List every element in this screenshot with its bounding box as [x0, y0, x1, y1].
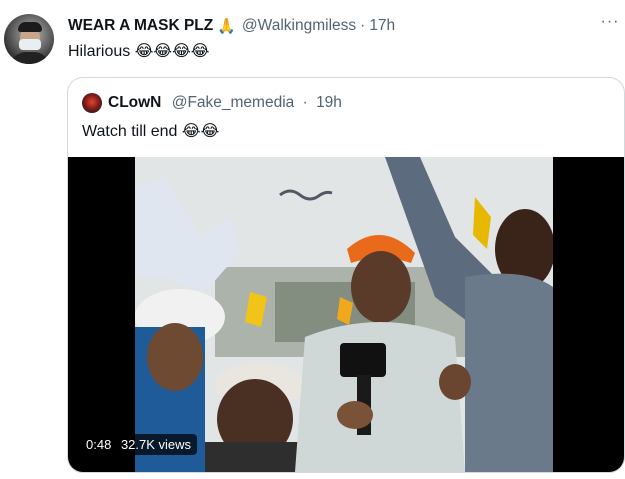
quoted-author-handle: @Fake_memedia	[171, 94, 295, 111]
author-name[interactable]: WEAR A MASK PLZ	[68, 17, 213, 35]
quoted-timestamp: 19h	[316, 94, 342, 111]
avatar-body	[10, 52, 50, 64]
video-views: 32.7K views	[120, 437, 192, 452]
author-badge-emoji: 🙏	[217, 18, 236, 35]
quoted-tweet-card[interactable]: CLowN @Fake_memedia · 19h Watch till end…	[67, 77, 625, 473]
tweet-header: WEAR A MASK PLZ 🙏 @Walkingmiless · 17h	[68, 17, 395, 35]
quoted-separator-dot: ·	[302, 94, 308, 111]
tweet-timestamp[interactable]: 17h	[369, 17, 395, 35]
video-scene-illustration	[135, 157, 553, 472]
quoted-tweet-header: CLowN @Fake_memedia · 19h	[108, 94, 342, 112]
quoted-tweet-text: Watch till end 😂😂	[82, 123, 220, 140]
author-avatar[interactable]	[4, 14, 54, 64]
avatar-hair	[18, 22, 42, 32]
quoted-author-avatar	[82, 93, 102, 113]
video-duration: 0:48	[86, 437, 112, 452]
avatar-mask	[19, 39, 41, 50]
tweet-text: Hilarious 😂😂😂😂	[68, 43, 210, 60]
author-handle[interactable]: @Walkingmiless	[242, 17, 356, 35]
video-thumbnail	[135, 157, 553, 472]
more-options-icon[interactable]: ···	[598, 10, 622, 34]
video-player[interactable]: 0:48 32.7K views	[68, 157, 624, 472]
video-info-badge: 0:48 32.7K views	[80, 434, 198, 455]
quoted-author-name: CLowN	[108, 94, 162, 111]
separator-dot: ·	[360, 17, 366, 34]
